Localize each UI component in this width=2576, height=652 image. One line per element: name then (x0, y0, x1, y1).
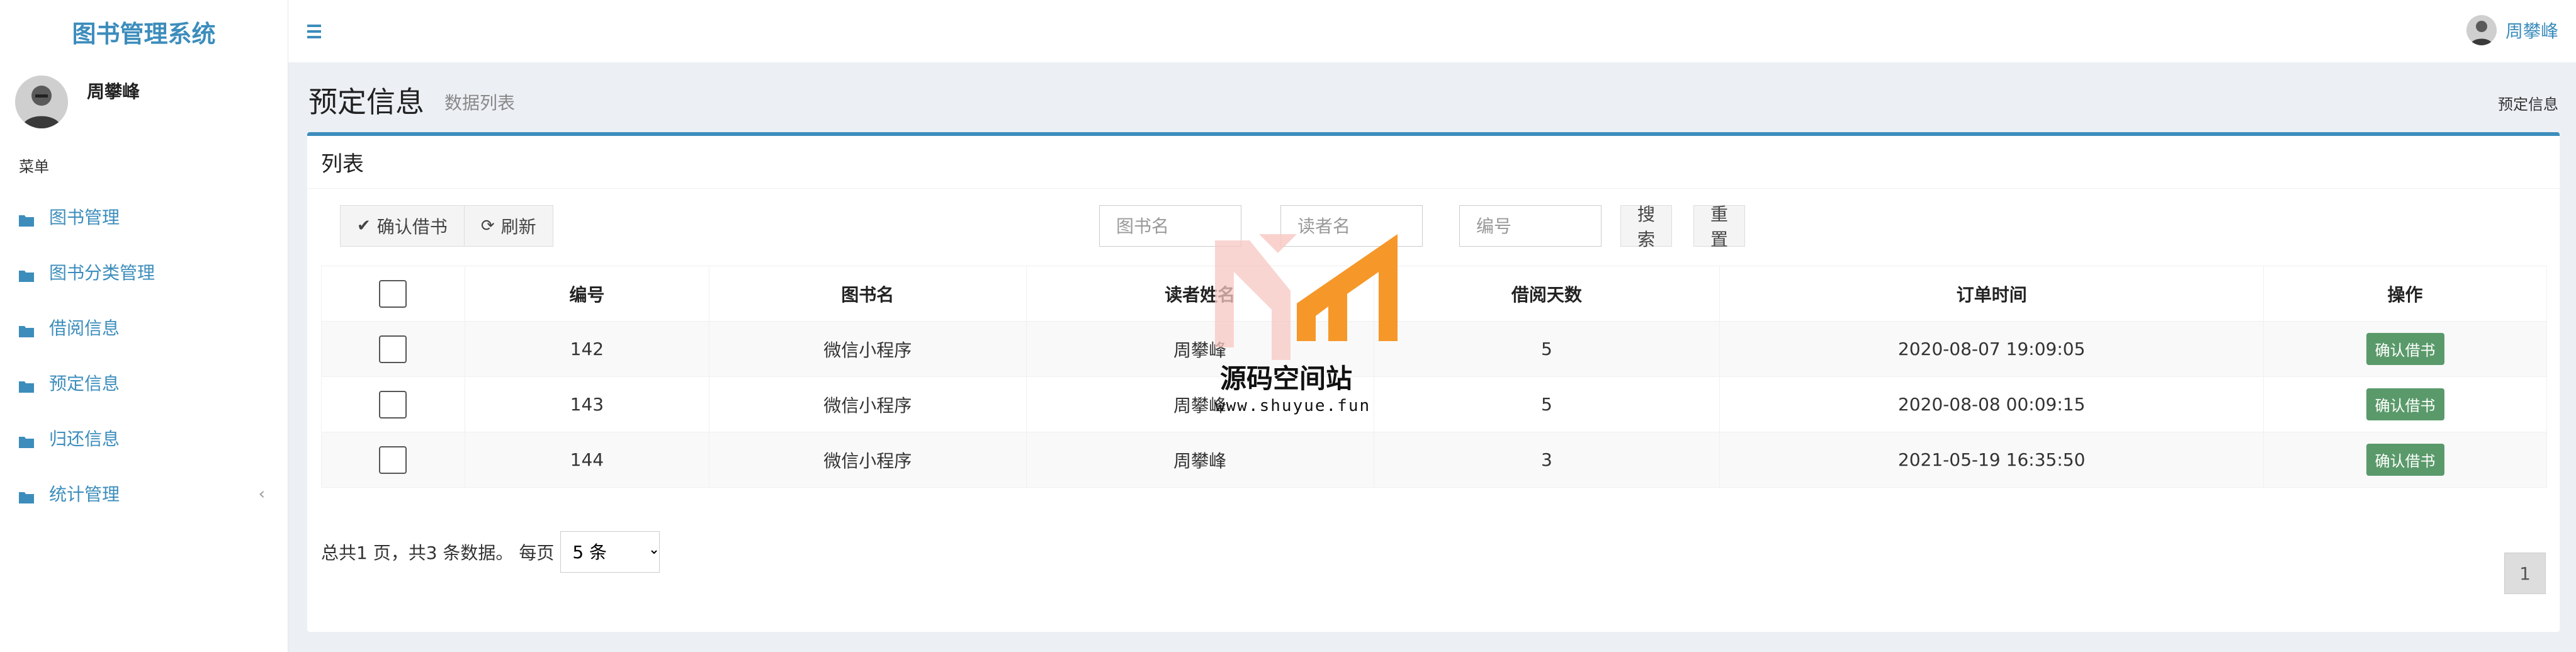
user-panel: 周攀峰 (0, 63, 288, 145)
row-confirm-borrow-button[interactable]: 确认借书 (2366, 333, 2444, 365)
folder-icon (19, 321, 34, 337)
page-title: 预定信息 (308, 85, 424, 119)
sidebar-item-label: 借阅信息 (49, 318, 120, 339)
button-label: 刷新 (500, 216, 536, 237)
refresh-button[interactable]: ⟳ 刷新 (464, 205, 553, 247)
app-root: 图书管理系统 周攀峰 菜单 图书管理 图书分类管理 借阅信息 预定信息 归还信息… (0, 0, 2576, 652)
sidebar-item-label: 图书管理 (49, 207, 120, 228)
content-header: 预定信息 数据列表 预定信息 (288, 63, 2576, 132)
folder-icon (19, 266, 34, 282)
page-subtitle: 数据列表 (444, 93, 516, 113)
sidebar-item-borrow-info[interactable]: 借阅信息 (0, 300, 288, 355)
folder-icon (19, 432, 34, 448)
row-select-cell (321, 376, 465, 432)
cell-id: 144 (464, 432, 709, 488)
pagination-info: 总共1 页，共3 条数据。 每页 5 条 (321, 531, 660, 573)
sidebar-item-book-management[interactable]: 图书管理 (0, 189, 288, 244)
sidebar-item-label: 统计管理 (49, 484, 120, 505)
cell-id: 143 (464, 376, 709, 432)
table-row[interactable]: 144 微信小程序 周攀峰 3 2021-05-19 16:35:50 确认借书 (321, 432, 2547, 488)
folder-icon (19, 376, 34, 393)
sidebar-item-return-info[interactable]: 归还信息 (0, 410, 288, 466)
topbar: 周攀峰 (288, 0, 2576, 63)
column-header[interactable]: 读者姓名 (1025, 266, 1374, 322)
sidebar-item-category-management[interactable]: 图书分类管理 (0, 244, 288, 300)
cell-reader: 周攀峰 (1025, 432, 1374, 488)
column-header: 操作 (2263, 266, 2547, 322)
avatar (15, 76, 68, 128)
column-header[interactable]: 订单时间 (1719, 266, 2264, 322)
row-confirm-borrow-button[interactable]: 确认借书 (2366, 444, 2444, 476)
search-button[interactable]: 搜索 (1620, 204, 1673, 250)
folder-icon (19, 487, 34, 503)
number-input[interactable] (1459, 205, 1602, 247)
cell-book: 微信小程序 (708, 376, 1027, 432)
column-header[interactable]: 借阅天数 (1373, 266, 1720, 322)
page-size-select[interactable]: 5 条 (560, 531, 660, 573)
column-header[interactable]: 编号 (464, 266, 709, 322)
cell-days: 3 (1373, 432, 1720, 488)
user-name: 周攀峰 (2505, 21, 2558, 42)
row-select-cell (321, 432, 465, 488)
table-header-row: 编号 图书名 读者姓名 借阅天数 订单时间 操作 (321, 266, 2547, 322)
sidebar-item-label: 归还信息 (49, 429, 120, 449)
menu-header: 菜单 (19, 158, 49, 176)
sidebar-item-label: 预定信息 (49, 373, 120, 394)
cell-id: 142 (464, 321, 709, 377)
row-checkbox[interactable] (379, 335, 407, 363)
cell-days: 5 (1373, 376, 1720, 432)
reader-name-input[interactable] (1280, 205, 1423, 247)
select-all-cell (321, 266, 465, 322)
confirm-borrow-button[interactable]: ✔ 确认借书 (340, 205, 465, 247)
user-name: 周攀峰 (87, 81, 140, 102)
cell-action: 确认借书 (2263, 432, 2547, 488)
breadcrumb[interactable]: 预定信息 (2498, 92, 2558, 114)
button-label: 确认借书 (376, 216, 448, 237)
sidebar-item-label: 图书分类管理 (49, 262, 155, 283)
row-checkbox[interactable] (379, 390, 407, 419)
cell-book: 微信小程序 (708, 432, 1027, 488)
reset-button[interactable]: 重置 (1693, 204, 1746, 250)
toolbar: ✔ 确认借书 ⟳ 刷新 (340, 205, 553, 247)
refresh-icon: ⟳ (480, 216, 495, 235)
cell-time: 2020-08-07 19:09:05 (1719, 321, 2264, 377)
table-row[interactable]: 143 微信小程序 周攀峰 5 2020-08-08 00:09:15 确认借书 (321, 376, 2547, 432)
user-menu[interactable]: 周攀峰 (2466, 15, 2558, 45)
row-confirm-borrow-button[interactable]: 确认借书 (2366, 388, 2444, 420)
cell-time: 2020-08-08 00:09:15 (1719, 376, 2264, 432)
watermark-url: www.shuyue.fun (1215, 396, 1371, 415)
cell-book: 微信小程序 (708, 321, 1027, 377)
list-box: 列表 ✔ 确认借书 ⟳ 刷新 搜索 重置 (307, 132, 2560, 632)
row-select-cell (321, 321, 465, 377)
folder-icon (19, 210, 34, 227)
book-name-input[interactable] (1099, 205, 1241, 247)
menu-toggle-icon[interactable] (305, 19, 330, 44)
data-table: 编号 图书名 读者姓名 借阅天数 订单时间 操作 142 微信小程序 周攀峰 5… (321, 266, 2547, 488)
column-header[interactable]: 图书名 (708, 266, 1027, 322)
cell-time: 2021-05-19 16:35:50 (1719, 432, 2264, 488)
box-title: 列表 (307, 136, 2560, 189)
sidebar-item-statistics[interactable]: 统计管理 ‹ (0, 466, 288, 521)
sidebar-item-reservation-info[interactable]: 预定信息 (0, 355, 288, 410)
cell-action: 确认借书 (2263, 321, 2547, 377)
cell-days: 5 (1373, 321, 1720, 377)
chevron-left-icon[interactable]: ‹ (259, 485, 265, 503)
avatar (2466, 15, 2497, 45)
watermark-text: 源码空间站 (1220, 363, 1353, 394)
select-all-checkbox[interactable] (379, 279, 407, 308)
check-icon: ✔ (357, 216, 371, 235)
pagination-text: 总共1 页，共3 条数据。 每页 (321, 542, 555, 563)
cell-action: 确认借书 (2263, 376, 2547, 432)
page-number-button[interactable]: 1 (2504, 553, 2546, 594)
table-row[interactable]: 142 微信小程序 周攀峰 5 2020-08-07 19:09:05 确认借书 (321, 321, 2547, 377)
row-checkbox[interactable] (379, 446, 407, 474)
sidebar: 图书管理系统 周攀峰 菜单 图书管理 图书分类管理 借阅信息 预定信息 归还信息… (0, 0, 288, 652)
app-logo-title[interactable]: 图书管理系统 (0, 0, 288, 63)
